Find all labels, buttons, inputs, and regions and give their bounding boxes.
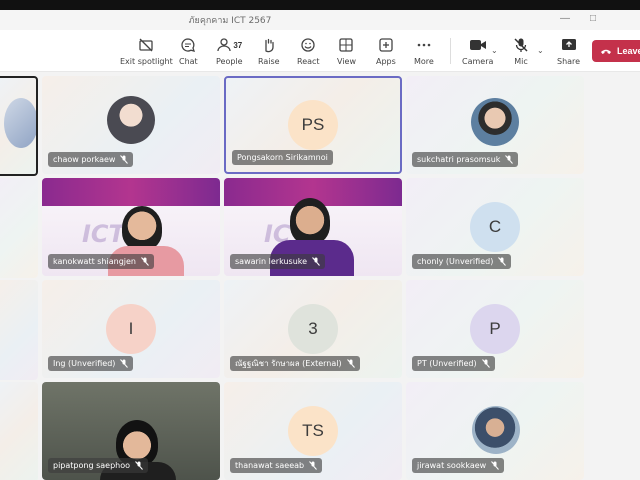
meeting-toolbar: Exit spotlight Chat 37 People Raise Reac… — [0, 30, 640, 72]
mic-off-icon — [135, 461, 143, 470]
mic-off-icon — [141, 257, 149, 266]
participant-tile[interactable]: chaow porkaew — [42, 76, 220, 174]
backdrop-logo-icon: ICT — [82, 220, 125, 248]
window-title: ภัยคุกคาม ICT 2567 — [188, 16, 272, 26]
title-bar: ภัยคุกคาม ICT 2567 — □ — [0, 10, 640, 30]
shared-content-thumbnail — [4, 98, 36, 148]
people-icon: 37 — [216, 36, 242, 54]
react-button[interactable]: React — [297, 36, 320, 70]
share-button[interactable]: Share — [557, 36, 580, 70]
mic-off-icon — [481, 359, 490, 368]
mic-off-icon — [513, 36, 529, 54]
exit-spotlight-icon — [138, 36, 154, 54]
participant-tile[interactable]: TS thanawat saeeab — [224, 382, 402, 480]
participant-name-tag: thanawat saeeab — [230, 458, 323, 473]
partial-participant-tile[interactable] — [0, 178, 38, 278]
mic-options-chevron-icon[interactable]: ⌄ — [537, 46, 544, 55]
raise-hand-button[interactable]: Raise — [258, 36, 280, 70]
participant-avatar: 3 — [288, 304, 338, 354]
participant-face — [122, 206, 162, 250]
participant-name-tag: chaow porkaew — [48, 152, 134, 167]
partial-participant-tile[interactable] — [0, 382, 38, 480]
people-button[interactable]: 37 People — [216, 36, 243, 70]
participant-tile[interactable]: jirawat sookkaew — [406, 382, 584, 480]
participant-avatar: TS — [288, 406, 338, 456]
minimize-icon[interactable]: — — [560, 13, 570, 25]
add-app-icon — [378, 36, 394, 54]
video-gallery: chaow porkaew PS Pongsakorn Sirikamnoi s… — [0, 72, 640, 480]
chat-button[interactable]: Chat — [179, 36, 198, 70]
participant-video-tile[interactable]: pipatpong saephoo — [42, 382, 220, 480]
participant-photo — [107, 96, 155, 144]
partial-participant-tile[interactable] — [0, 280, 38, 380]
participant-name-tag: sukchatri prasomsuk — [412, 152, 519, 167]
mic-off-icon — [120, 359, 129, 368]
mic-off-icon — [498, 257, 507, 266]
participant-face — [290, 198, 330, 244]
people-count: 37 — [233, 40, 243, 50]
share-screen-icon — [561, 36, 577, 54]
mic-button[interactable]: Mic — [513, 36, 529, 70]
camera-options-chevron-icon[interactable]: ⌄ — [491, 46, 498, 55]
hand-icon — [261, 36, 277, 54]
participant-tile[interactable]: 3 ณัฐฐณิชา รักษาผล (External) — [224, 280, 402, 378]
chat-icon — [180, 36, 196, 54]
mic-off-icon — [120, 155, 129, 164]
participant-avatar: I — [106, 304, 156, 354]
participant-name-tag: pipatpong saephoo — [48, 458, 149, 473]
mic-off-icon — [505, 155, 514, 164]
participant-name-tag: PT (Unverified) — [412, 356, 495, 371]
phone-hangup-icon — [601, 49, 611, 54]
maximize-icon[interactable]: □ — [590, 13, 596, 25]
participant-name-tag: Pongsakorn Sirikamnoi — [232, 150, 333, 165]
camera-button[interactable]: Camera — [462, 36, 493, 70]
participant-tile[interactable]: C chonly (Unverified) — [406, 178, 584, 276]
more-dots-icon — [416, 36, 432, 54]
toolbar-divider — [450, 38, 451, 64]
participant-photo — [472, 406, 520, 454]
apps-button[interactable]: Apps — [376, 36, 396, 70]
participant-photo — [471, 98, 519, 146]
event-banner — [42, 178, 220, 206]
participant-name-tag: ณัฐฐณิชา รักษาผล (External) — [230, 356, 360, 371]
top-dark-strip — [0, 0, 640, 10]
mic-off-icon — [346, 359, 355, 368]
participant-tile[interactable]: I Ing (Unverified) — [42, 280, 220, 378]
participant-name-tag: kanokwatt shiangjen — [48, 254, 154, 269]
participant-avatar: C — [470, 202, 520, 252]
participant-name-tag: jirawat sookkaew — [412, 458, 505, 473]
camera-icon — [469, 36, 487, 54]
participant-name-tag: chonly (Unverified) — [412, 254, 512, 269]
participant-avatar: P — [470, 304, 520, 354]
grid-view-icon — [338, 36, 354, 54]
participant-tile-active-speaker[interactable]: PS Pongsakorn Sirikamnoi — [224, 76, 402, 174]
participant-tile[interactable]: sukchatri prasomsuk — [406, 76, 584, 174]
mic-off-icon — [491, 461, 500, 470]
mic-off-icon — [309, 461, 317, 470]
participant-video-tile[interactable]: ICT sawarin lerkusuke — [224, 178, 402, 276]
mic-off-icon — [312, 257, 320, 266]
exit-spotlight-button[interactable]: Exit spotlight — [120, 36, 173, 70]
participant-avatar: PS — [288, 100, 338, 150]
leave-button[interactable]: Leave — [592, 40, 640, 62]
participant-name-tag: sawarin lerkusuke — [230, 254, 326, 269]
participant-name-tag: Ing (Unverified) — [48, 356, 134, 371]
spotlight-screen-share-tile[interactable] — [0, 76, 38, 176]
view-button[interactable]: View — [337, 36, 356, 70]
participant-video-tile[interactable]: ICT kanokwatt shiangjen — [42, 178, 220, 276]
more-button[interactable]: More — [414, 36, 434, 70]
smile-icon — [300, 36, 316, 54]
participant-tile[interactable]: P PT (Unverified) — [406, 280, 584, 378]
